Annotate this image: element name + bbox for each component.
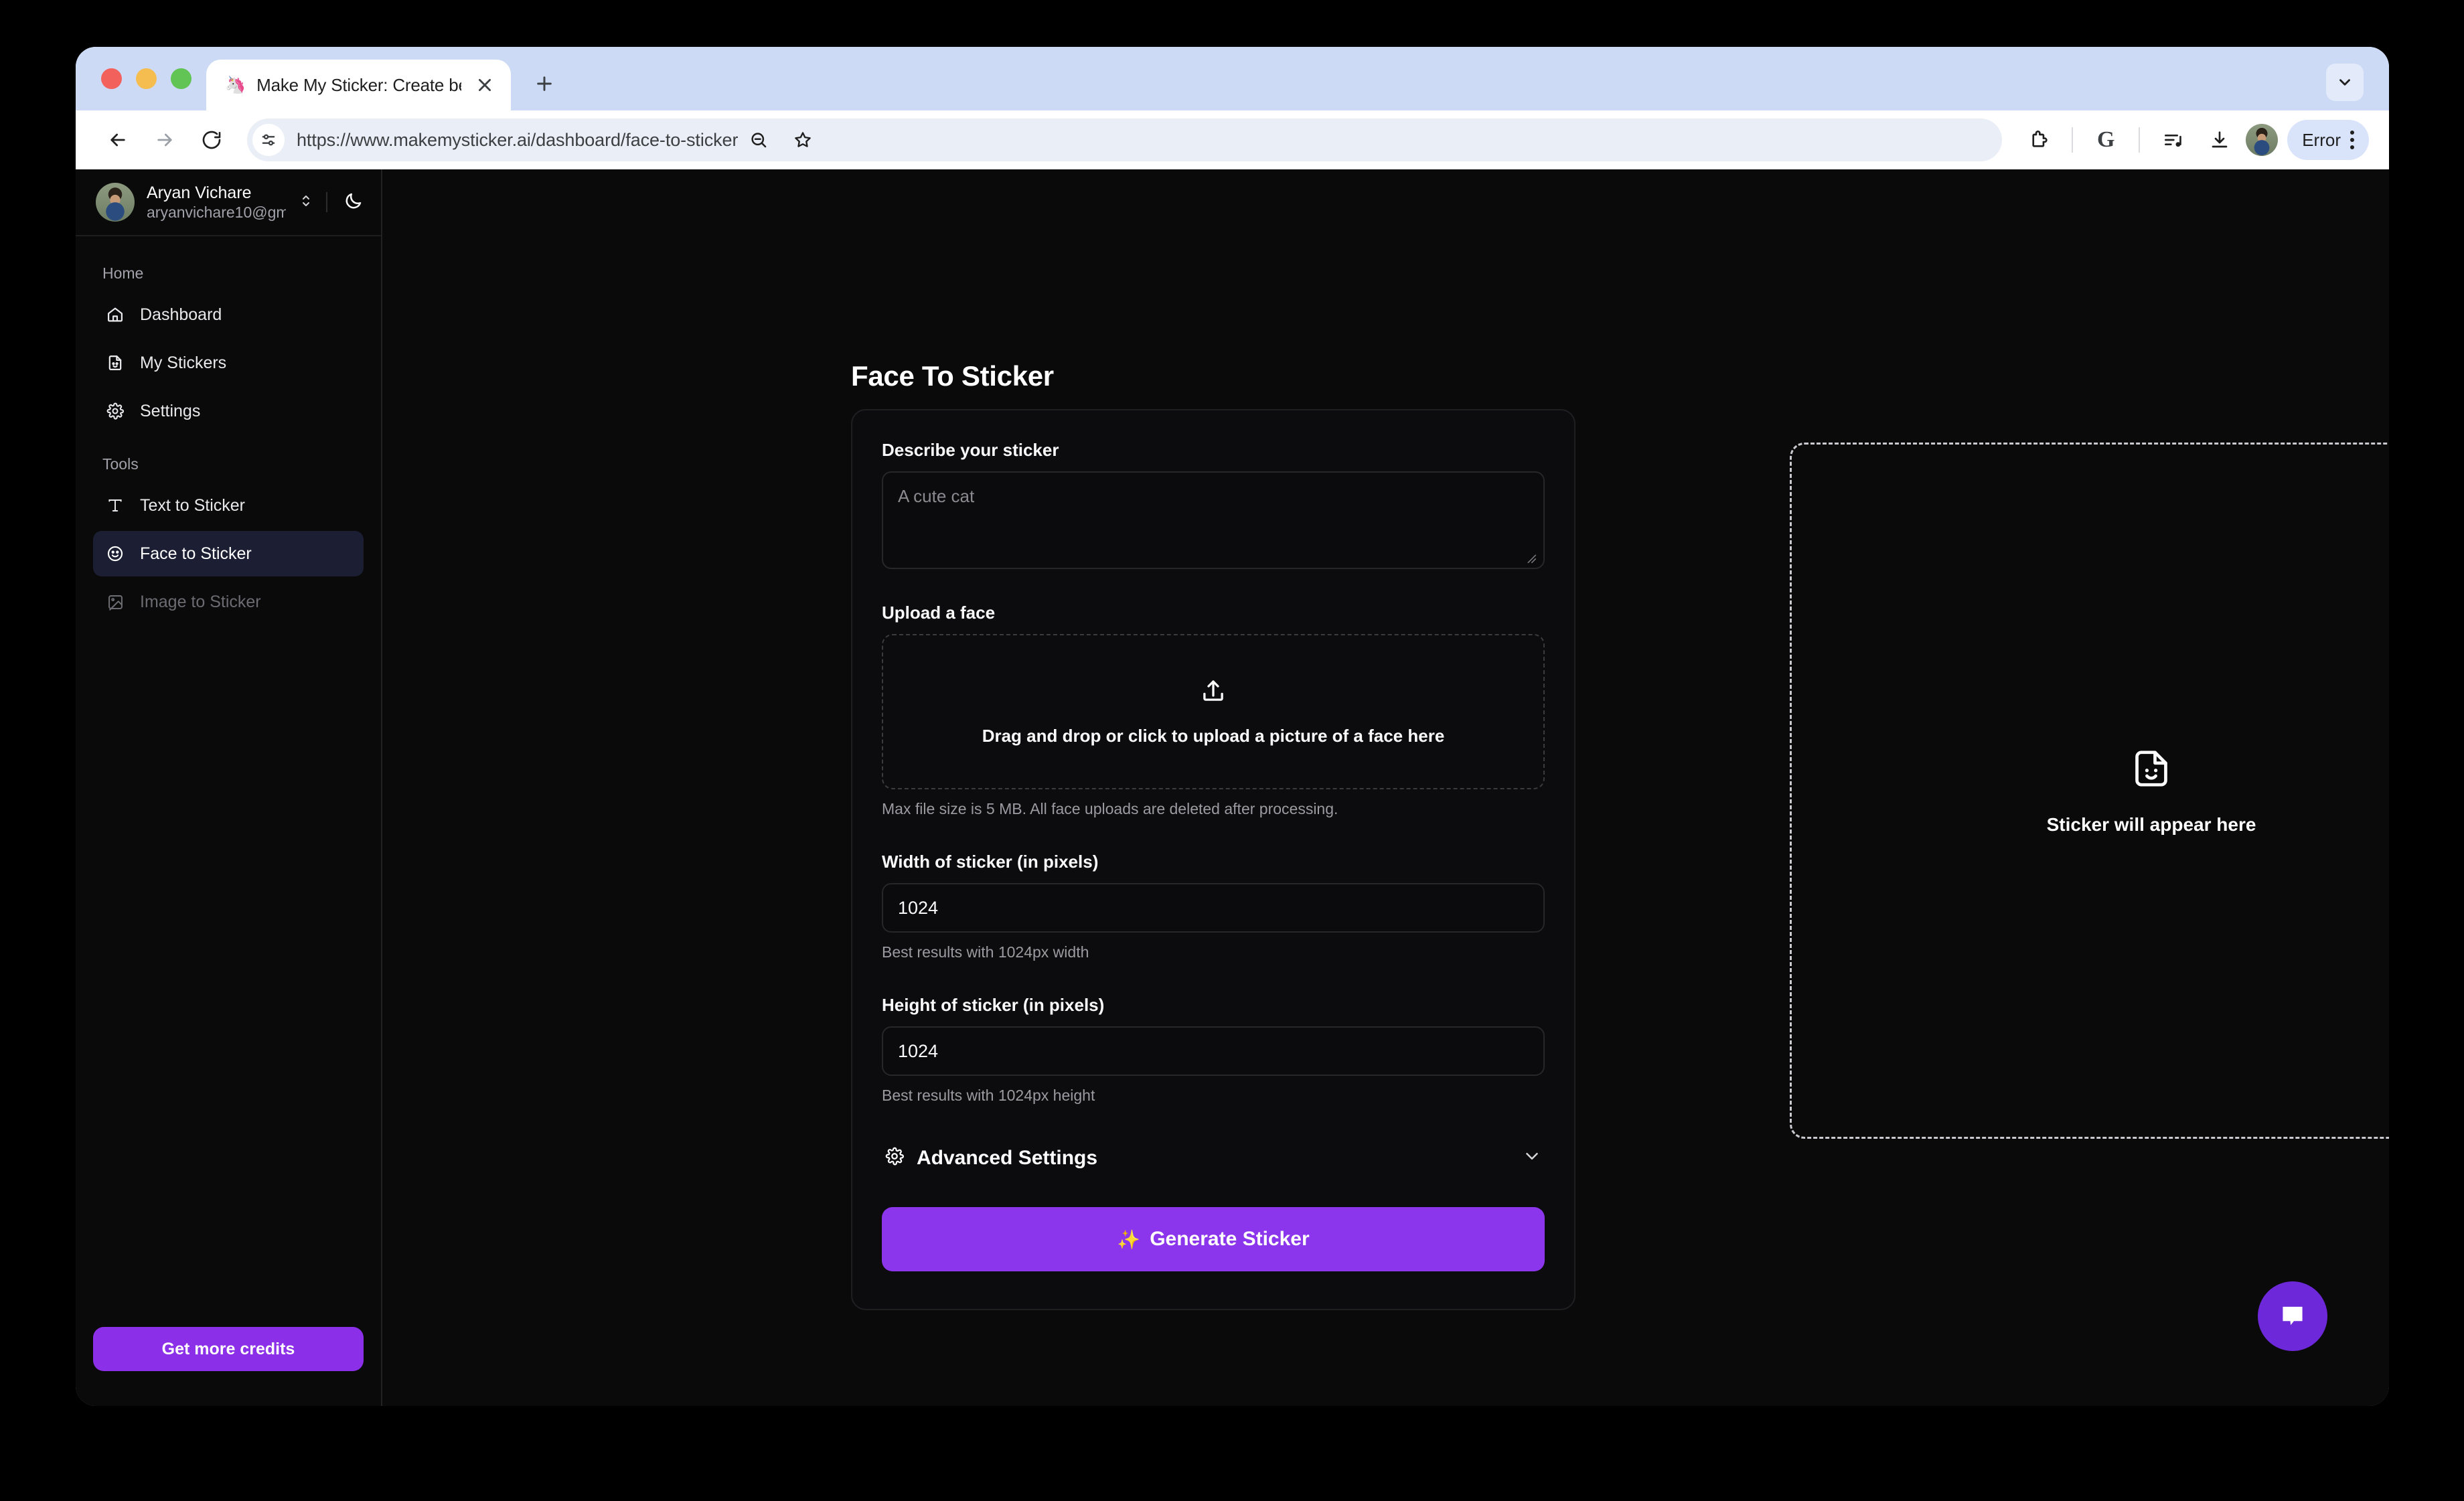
preview-placeholder-text: Sticker will appear here	[2046, 813, 2256, 835]
tab-title: Make My Sticker: Create bea	[256, 74, 461, 95]
chevron-down-icon[interactable]	[1522, 1146, 1542, 1170]
sidebar: Aryan Vichare aryanvichare10@gm Home Das…	[76, 169, 382, 1406]
sparkles-icon: ✨	[1117, 1229, 1141, 1250]
user-info: Aryan Vichare aryanvichare10@gm	[147, 183, 286, 222]
minimize-window-button[interactable]	[136, 68, 157, 89]
describe-input[interactable]: A cute cat	[882, 471, 1545, 569]
sticker-file-smiley-icon	[2129, 746, 2173, 794]
zoom-out-icon[interactable]	[738, 119, 779, 161]
width-hint: Best results with 1024px width	[882, 943, 1089, 961]
google-g-glyph: G	[2096, 127, 2115, 152]
width-input[interactable]: 1024	[882, 883, 1545, 933]
advanced-settings-toggle[interactable]: Advanced Settings	[882, 1141, 1545, 1175]
kebab-menu-icon[interactable]	[2345, 131, 2360, 149]
maximize-window-button[interactable]	[171, 68, 191, 89]
profile-avatar[interactable]	[2246, 124, 2279, 156]
new-tab-button[interactable]	[526, 65, 563, 102]
gear-icon	[884, 1146, 905, 1170]
divider	[326, 192, 327, 212]
sidebar-item-text-to-sticker[interactable]: Text to Sticker	[93, 483, 364, 528]
sidebar-item-label: Image to Sticker	[140, 592, 261, 611]
divider	[2139, 127, 2141, 153]
nav-section-label-tools: Tools	[102, 455, 139, 473]
moon-icon[interactable]	[339, 191, 364, 214]
sidebar-item-label: Dashboard	[140, 305, 222, 324]
star-icon[interactable]	[782, 119, 824, 161]
face-upload-dropzone[interactable]: Drag and drop or click to upload a pictu…	[882, 634, 1545, 789]
chat-bubble-icon[interactable]	[2258, 1281, 2327, 1351]
resize-handle-icon[interactable]	[1523, 549, 1538, 564]
app-body: Aryan Vichare aryanvichare10@gm Home Das…	[76, 169, 2389, 1406]
sticker-file-icon	[104, 353, 127, 372]
describe-placeholder: A cute cat	[898, 486, 975, 506]
browser-tab[interactable]: 🦄 Make My Sticker: Create bea	[206, 60, 511, 110]
browser-window: 🦄 Make My Sticker: Create bea https://ww…	[76, 47, 2389, 1406]
height-label: Height of sticker (in pixels)	[882, 995, 1105, 1015]
generate-sticker-label: Generate Sticker	[1150, 1228, 1310, 1250]
browser-toolbar: https://www.makemysticker.ai/dashboard/f…	[76, 110, 2389, 169]
address-bar[interactable]: https://www.makemysticker.ai/dashboard/f…	[247, 118, 2003, 161]
close-icon[interactable]	[472, 72, 497, 98]
sidebar-item-label: Face to Sticker	[140, 544, 252, 563]
get-more-credits-button[interactable]: Get more credits	[93, 1327, 364, 1371]
sidebar-item-image-to-sticker[interactable]: Image to Sticker	[93, 579, 364, 625]
tab-strip: 🦄 Make My Sticker: Create bea	[76, 47, 2389, 110]
unicorn-favicon: 🦄	[225, 75, 246, 94]
window-controls	[76, 47, 206, 110]
url-text: https://www.makemysticker.ai/dashboard/f…	[297, 129, 739, 150]
sidebar-item-label: Text to Sticker	[140, 495, 245, 515]
height-hint: Best results with 1024px height	[882, 1087, 1095, 1104]
chevron-up-down-icon[interactable]	[298, 193, 314, 212]
smiley-face-icon	[104, 544, 127, 563]
sidebar-item-settings[interactable]: Settings	[93, 388, 364, 434]
sidebar-item-label: Settings	[140, 401, 201, 420]
generate-sticker-button[interactable]: ✨ Generate Sticker	[882, 1207, 1545, 1271]
main-content: Face To Sticker Describe your sticker A …	[382, 169, 2389, 1406]
upload-icon	[1199, 677, 1227, 708]
download-icon[interactable]	[2199, 119, 2240, 161]
height-input[interactable]: 1024	[882, 1026, 1545, 1076]
width-label: Width of sticker (in pixels)	[882, 852, 1099, 872]
extensions-icon[interactable]	[2018, 119, 2060, 161]
sidebar-nav: Home Dashboard My Stickers Settings Tool…	[76, 236, 381, 1327]
upload-hint: Max file size is 5 MB. All face uploads …	[882, 800, 1338, 817]
sidebar-item-face-to-sticker[interactable]: Face to Sticker	[93, 531, 364, 576]
describe-label: Describe your sticker	[882, 440, 1059, 460]
nav-section-label-home: Home	[102, 264, 144, 282]
media-playlist-icon[interactable]	[2152, 119, 2193, 161]
reload-icon[interactable]	[191, 119, 232, 161]
sidebar-item-dashboard[interactable]: Dashboard	[93, 292, 364, 337]
avatar	[96, 183, 135, 222]
page-title: Face To Sticker	[851, 360, 1054, 392]
height-value: 1024	[898, 1040, 939, 1061]
user-email: aryanvichare10@gm	[147, 204, 286, 222]
back-arrow-icon[interactable]	[97, 119, 139, 161]
sidebar-item-label: My Stickers	[140, 353, 227, 372]
user-name: Aryan Vichare	[147, 183, 252, 202]
chevron-down-icon[interactable]	[2326, 64, 2364, 101]
text-type-icon	[104, 497, 127, 514]
dropzone-text: Drag and drop or click to upload a pictu…	[982, 726, 1445, 746]
user-profile-row[interactable]: Aryan Vichare aryanvichare10@gm	[76, 169, 381, 236]
advanced-settings-label: Advanced Settings	[917, 1146, 1098, 1169]
image-icon	[104, 593, 127, 611]
sticker-preview-panel: Sticker will appear here	[1790, 443, 2389, 1139]
sidebar-footer: Get more credits	[76, 1327, 381, 1406]
sticker-form-card: Describe your sticker A cute cat Upload …	[851, 409, 1575, 1310]
status-badge[interactable]: Error	[2287, 120, 2369, 160]
error-label: Error	[2302, 129, 2341, 150]
upload-label: Upload a face	[882, 603, 996, 623]
gear-icon	[104, 402, 127, 420]
sidebar-item-my-stickers[interactable]: My Stickers	[93, 340, 364, 386]
tune-icon[interactable]	[252, 124, 285, 156]
close-window-button[interactable]	[101, 68, 122, 89]
advanced-settings-left: Advanced Settings	[884, 1146, 1097, 1170]
omnibox-actions	[738, 119, 826, 161]
home-icon	[104, 305, 127, 324]
google-icon[interactable]: G	[2085, 119, 2127, 161]
width-value: 1024	[898, 897, 939, 918]
divider	[2072, 127, 2074, 153]
forward-arrow-icon[interactable]	[144, 119, 185, 161]
